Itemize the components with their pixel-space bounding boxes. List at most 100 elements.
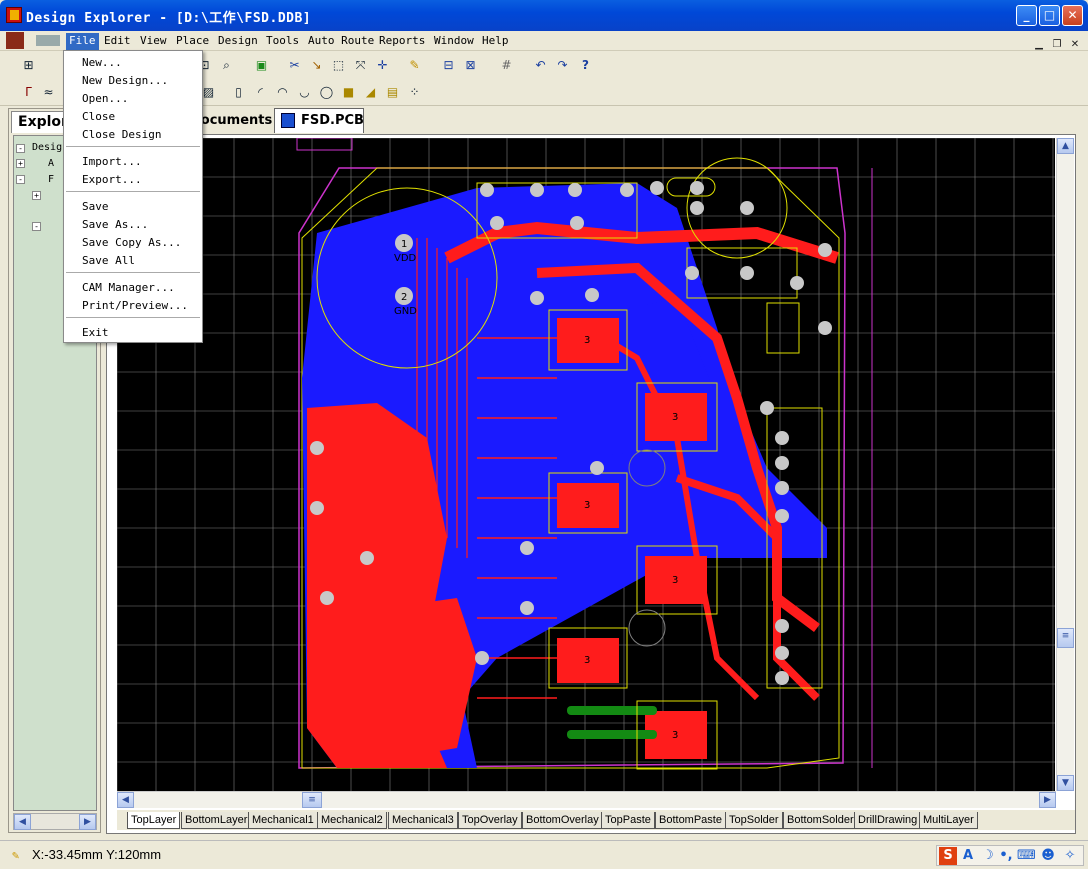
keepout-icon[interactable]: ▤ <box>384 84 401 101</box>
layer-tab-topsolder[interactable]: TopSolder <box>725 812 783 829</box>
help-icon[interactable]: ? <box>577 57 594 74</box>
mdi-restore-icon[interactable]: ❐ <box>1048 37 1066 53</box>
title-bar[interactable]: Design Explorer - [D:\工作\FSD.DDB] _ □ ✕ <box>0 0 1088 31</box>
cross-probe-icon[interactable]: ✂ <box>286 57 303 74</box>
ime-moon-icon[interactable]: ☽ <box>979 847 997 865</box>
file-menu-exit[interactable]: Exit <box>82 326 109 339</box>
tree-node-f[interactable]: F <box>48 174 54 185</box>
ime-wrench-icon[interactable]: ✧ <box>1061 847 1079 865</box>
tree-expand-2[interactable]: + <box>16 159 25 168</box>
wire-icon[interactable]: ≈ <box>40 84 57 101</box>
file-menu-export[interactable]: Export... <box>82 173 142 186</box>
tree-expand-1[interactable]: - <box>16 144 25 153</box>
app-icon[interactable] <box>6 7 22 23</box>
layer-tab-bottomoverlay[interactable]: BottomOverlay <box>522 812 603 829</box>
layer-tab-mechanical2[interactable]: Mechanical2 <box>317 812 387 829</box>
arc-center-icon[interactable]: ◜ <box>252 84 269 101</box>
explorer-tab[interactable]: Explorer <box>11 111 84 133</box>
layer-tab-bottomlayer[interactable]: BottomLayer <box>181 812 252 829</box>
browse-icon[interactable]: ▣ <box>253 57 270 74</box>
redo-icon[interactable]: ↷ <box>554 57 571 74</box>
file-menu-save[interactable]: Save <box>82 200 109 213</box>
tree-expand-5[interactable]: - <box>32 222 41 231</box>
hscroll-thumb[interactable]: ≡ <box>302 792 322 808</box>
tab-fsd-pcb[interactable]: FSD.PCB <box>274 108 364 133</box>
layer-tab-drilldrawing[interactable]: DrillDrawing <box>854 812 922 829</box>
menu-design[interactable]: Design <box>215 33 261 50</box>
ime-user-icon[interactable]: ☻ <box>1039 847 1057 865</box>
grid-icon[interactable]: # <box>498 57 515 74</box>
document-icon[interactable] <box>6 32 24 49</box>
canvas-hscroll[interactable]: ◀ ≡ ▶ <box>117 791 1056 808</box>
layer-tab-bottomsolder[interactable]: BottomSolder <box>783 812 858 829</box>
menu-reports[interactable]: Reports <box>376 33 428 50</box>
menu-edit[interactable]: Edit <box>101 33 134 50</box>
file-menu-cam-manager[interactable]: CAM Manager... <box>82 281 175 294</box>
zoom-icon[interactable]: ⌕ <box>218 57 235 74</box>
polygon-icon[interactable]: ◢ <box>362 84 379 101</box>
scroll-up-icon[interactable]: ▲ <box>1057 138 1074 154</box>
menu-view[interactable]: View <box>137 33 170 50</box>
arc-edge-icon[interactable]: ◠ <box>274 84 291 101</box>
scroll-right-icon[interactable]: ▶ <box>1039 792 1056 808</box>
fill-icon[interactable]: ■ <box>340 84 357 101</box>
menu-help[interactable]: Help <box>479 33 512 50</box>
component-icon[interactable]: ▯ <box>230 84 247 101</box>
scroll-left-icon[interactable]: ◀ <box>117 792 134 808</box>
menu-window[interactable]: Window <box>431 33 477 50</box>
file-menu-import[interactable]: Import... <box>82 155 142 168</box>
menu-file[interactable]: File <box>66 33 99 50</box>
scroll-left-icon[interactable]: ◀ <box>14 814 31 830</box>
design-icon[interactable] <box>36 35 60 46</box>
close-button[interactable]: ✕ <box>1062 5 1083 26</box>
layer-tab-mechanical1[interactable]: Mechanical1 <box>248 812 318 829</box>
tree-node-a[interactable]: A <box>48 158 54 169</box>
canvas-vscroll[interactable]: ▲ ≡ ▼ <box>1056 138 1074 791</box>
ime-s-icon[interactable]: S <box>939 847 957 865</box>
browse-library-icon[interactable]: ⊠ <box>462 57 479 74</box>
layer-tab-mechanical3[interactable]: Mechanical3 <box>388 812 458 829</box>
vscroll-thumb[interactable]: ≡ <box>1057 628 1074 648</box>
interactive-route-icon[interactable]: Γ <box>20 84 37 101</box>
file-menu-new-design[interactable]: New Design... <box>82 74 168 87</box>
menu-tools[interactable]: Tools <box>263 33 302 50</box>
move-icon[interactable]: ✛ <box>374 57 391 74</box>
layer-tab-bottompaste[interactable]: BottomPaste <box>655 812 726 829</box>
file-menu-open[interactable]: Open... <box>82 92 128 105</box>
undo-icon[interactable]: ↶ <box>532 57 549 74</box>
menu-auto-route[interactable]: Auto Route <box>305 33 377 50</box>
library-icon[interactable]: ⊟ <box>440 57 457 74</box>
layer-tab-toplayer[interactable]: TopLayer <box>127 812 181 829</box>
minimize-button[interactable]: _ <box>1016 5 1037 26</box>
pcb-canvas[interactable]: 1 VDD 2 GND 3 3 3 3 3 3 <box>117 138 1055 791</box>
ime-keyboard-icon[interactable]: ⌨ <box>1017 847 1036 865</box>
layer-tab-toppaste[interactable]: TopPaste <box>601 812 655 829</box>
layer-tab-multilayer[interactable]: MultiLayer <box>919 812 978 829</box>
ime-dot-icon[interactable]: •, <box>997 847 1015 865</box>
file-menu-print-preview[interactable]: Print/Preview... <box>82 299 188 312</box>
select-area-icon[interactable]: ⬚ <box>330 57 347 74</box>
tree-expand-4[interactable]: + <box>32 191 41 200</box>
menu-place[interactable]: Place <box>173 33 212 50</box>
file-menu-new[interactable]: New... <box>82 56 122 69</box>
file-menu-save-copy-as[interactable]: Save Copy As... <box>82 236 181 249</box>
tree-icon[interactable]: ⊞ <box>20 57 37 74</box>
file-menu-close[interactable]: Close <box>82 110 115 123</box>
ime-a-icon[interactable]: A <box>959 847 977 865</box>
arc-any-icon[interactable]: ◡ <box>296 84 313 101</box>
file-menu-close-design[interactable]: Close Design <box>82 128 161 141</box>
maximize-button[interactable]: □ <box>1039 5 1060 26</box>
mdi-minimize-icon[interactable]: ▁ <box>1030 37 1048 53</box>
file-menu-save-all[interactable]: Save All <box>82 254 135 267</box>
circle-icon[interactable]: ◯ <box>318 84 335 101</box>
layer-tab-topoverlay[interactable]: TopOverlay <box>458 812 522 829</box>
scroll-right-icon[interactable]: ▶ <box>79 814 96 830</box>
file-menu-save-as[interactable]: Save As... <box>82 218 148 231</box>
mdi-close-icon[interactable]: ✕ <box>1066 37 1084 53</box>
tree-expand-3[interactable]: - <box>16 175 25 184</box>
deselect-icon[interactable]: ⤧ <box>352 57 369 74</box>
explorer-hscroll[interactable]: ◀ ▶ <box>13 813 97 830</box>
wand-icon[interactable]: ✎ <box>406 57 423 74</box>
scroll-down-icon[interactable]: ▼ <box>1057 775 1074 791</box>
select-icon[interactable]: ↘ <box>308 57 325 74</box>
